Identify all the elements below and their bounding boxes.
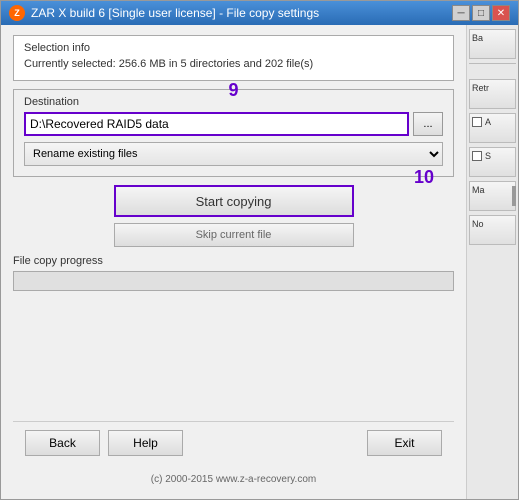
sidebar-item-no[interactable]: No [469, 215, 516, 245]
side-panel: Ba Retr A S Ma [466, 25, 518, 499]
selection-info-group: Selection info Currently selected: 256.6… [13, 35, 454, 81]
close-button[interactable]: ✕ [492, 5, 510, 21]
destination-row: ... [24, 112, 443, 136]
start-copy-button[interactable]: Start copying [114, 185, 354, 217]
sidebar-item-ma[interactable]: Ma [469, 181, 516, 211]
browse-button[interactable]: ... [413, 112, 443, 136]
copyright-text: (c) 2000-2015 www.z-a-recovery.com [13, 472, 454, 489]
checkbox-a[interactable] [472, 117, 482, 127]
title-bar: Z ZAR X build 6 [Single user license] - … [1, 1, 518, 25]
selection-info-text: Currently selected: 256.6 MB in 5 direct… [24, 58, 443, 70]
sidebar-item-s[interactable]: S [469, 147, 516, 177]
title-bar-left: Z ZAR X build 6 [Single user license] - … [9, 5, 319, 21]
main-window: Z ZAR X build 6 [Single user license] - … [0, 0, 519, 500]
side-tab-ma [512, 186, 516, 206]
maximize-button[interactable]: □ [472, 5, 490, 21]
checkbox-row-s: S [472, 151, 491, 161]
sidebar-item-retr[interactable]: Retr [469, 79, 516, 109]
destination-input[interactable] [24, 112, 409, 136]
window-title: ZAR X build 6 [Single user license] - Fi… [31, 6, 319, 20]
nav-buttons: Back Help [25, 430, 183, 456]
content-area: Selection info Currently selected: 256.6… [1, 25, 518, 499]
checkbox-s[interactable] [472, 151, 482, 161]
sidebar-item-dash [469, 63, 516, 75]
progress-section: File copy progress [13, 255, 454, 291]
step-9-number: 9 [228, 80, 238, 101]
exit-button[interactable]: Exit [367, 430, 442, 456]
back-button[interactable]: Back [25, 430, 100, 456]
sidebar-item-a[interactable]: A [469, 113, 516, 143]
checkbox-row-a: A [472, 117, 491, 127]
sidebar-item-ba[interactable]: Ba [469, 29, 516, 59]
selection-info-label: Selection info [24, 42, 443, 54]
minimize-button[interactable]: ─ [452, 5, 470, 21]
destination-group: 9 Destination ... Rename existing files [13, 89, 454, 177]
app-icon: Z [9, 5, 25, 21]
main-panel: Selection info Currently selected: 256.6… [1, 25, 466, 499]
skip-current-button[interactable]: Skip current file [114, 223, 354, 247]
bottom-bar: Back Help Exit [13, 421, 454, 464]
progress-label: File copy progress [13, 255, 454, 267]
rename-select[interactable]: Rename existing files [24, 142, 443, 166]
help-button[interactable]: Help [108, 430, 183, 456]
step-10-number: 10 [414, 167, 434, 188]
start-copy-section: 10 Start copying Skip current file [13, 185, 454, 247]
title-controls: ─ □ ✕ [452, 5, 510, 21]
progress-bar-container [13, 271, 454, 291]
